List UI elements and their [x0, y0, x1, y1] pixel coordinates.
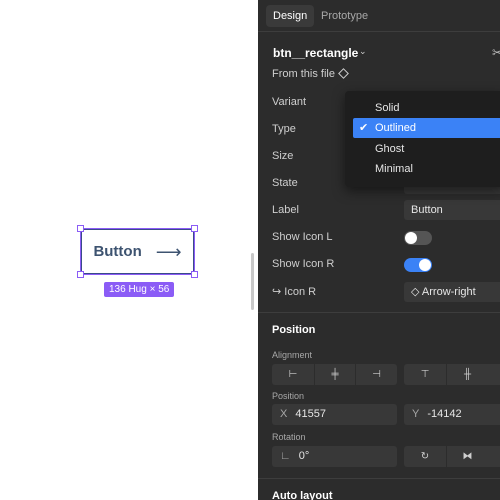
show-icon-r-toggle[interactable]: [404, 258, 432, 272]
resize-handle-bottom-right[interactable]: [191, 271, 198, 278]
tab-design[interactable]: Design: [266, 5, 315, 27]
dropdown-item-label: Outlined: [375, 122, 416, 134]
dropdown-item-solid[interactable]: Solid: [353, 98, 500, 118]
x-value: 41557: [295, 408, 326, 420]
auto-layout-section-title: Auto layout: [272, 490, 333, 500]
rotation-input[interactable]: ∟ 0°: [272, 446, 397, 467]
icon-r-label: ↪ Icon R: [272, 286, 317, 298]
align-left-icon[interactable]: ⊢: [272, 364, 314, 385]
panel-tabs: Design Prototype: [258, 0, 500, 32]
vertical-alignment-group: ⊤ ╫: [404, 364, 500, 385]
selection-frame: [80, 228, 195, 275]
label-prop-label: Label: [272, 204, 299, 216]
align-right-icon[interactable]: ⊣: [355, 364, 397, 385]
show-icon-l-label: Show Icon L: [272, 231, 333, 243]
toggle-knob: [405, 232, 417, 244]
detach-icon[interactable]: ✂: [492, 45, 500, 61]
chevron-down-icon[interactable]: ⌄: [359, 46, 367, 57]
y-axis-label: Y: [412, 408, 420, 420]
variant-label: Variant: [272, 96, 307, 108]
canvas[interactable]: Button ⟶ 136 Hug × 56: [0, 0, 258, 500]
icon-r-swap-select[interactable]: ◇ Arrow-right: [404, 282, 500, 302]
position-label: Position: [272, 391, 305, 401]
align-top-icon[interactable]: ⊤: [404, 364, 446, 385]
dropdown-item-outlined[interactable]: ✔ Outlined: [353, 118, 500, 138]
type-dropdown-menu: Solid ✔ Outlined Ghost Minimal: [345, 91, 500, 187]
section-divider: [258, 478, 500, 479]
size-label: Size: [272, 150, 294, 162]
position-section-title: Position: [272, 324, 316, 336]
x-position-input[interactable]: X 41557: [272, 404, 397, 425]
show-icon-l-toggle[interactable]: [404, 231, 432, 245]
type-label: Type: [272, 123, 296, 135]
component-source[interactable]: From this file: [272, 68, 335, 80]
section-divider: [258, 312, 500, 313]
resize-handle-bottom-left[interactable]: [77, 271, 84, 278]
dropdown-item-ghost[interactable]: Ghost: [353, 139, 500, 159]
rotation-label: Rotation: [272, 432, 306, 442]
tab-prototype[interactable]: Prototype: [314, 5, 375, 27]
rotation-value: 0°: [298, 450, 310, 462]
rotate-icon[interactable]: ↻: [404, 446, 446, 467]
dropdown-item-minimal[interactable]: Minimal: [353, 159, 500, 179]
resize-handle-top-right[interactable]: [191, 225, 198, 232]
show-icon-r-label: Show Icon R: [272, 258, 335, 270]
design-panel: Design Prototype btn__rectangle ⌄ ✂ From…: [258, 0, 500, 500]
checkmark-icon: ✔: [359, 122, 369, 134]
toggle-knob: [419, 259, 431, 271]
component-instance-icon: ◇: [411, 286, 420, 298]
label-input[interactable]: Button: [404, 200, 500, 220]
align-center-h-icon[interactable]: ╪: [314, 364, 355, 385]
component-name[interactable]: btn__rectangle: [273, 46, 358, 60]
y-value: -14142: [427, 408, 462, 420]
resize-handle-top-left[interactable]: [77, 225, 84, 232]
component-diamond-icon: [338, 68, 349, 79]
horizontal-alignment-group: ⊢ ╪ ⊣: [272, 364, 397, 385]
x-axis-label: X: [280, 408, 288, 420]
state-label: State: [272, 177, 298, 189]
canvas-scrollbar[interactable]: [251, 253, 254, 310]
size-badge: 136 Hug × 56: [104, 282, 175, 297]
align-center-v-icon[interactable]: ╫: [446, 364, 488, 385]
y-position-input[interactable]: Y -14142: [404, 404, 500, 425]
alignment-label: Alignment: [272, 350, 313, 360]
rotation-icon: ∟: [280, 450, 291, 462]
transform-group: ↻ ⧓: [404, 446, 500, 467]
icon-r-value: Arrow-right: [421, 286, 476, 298]
flip-horizontal-icon[interactable]: ⧓: [446, 446, 488, 467]
